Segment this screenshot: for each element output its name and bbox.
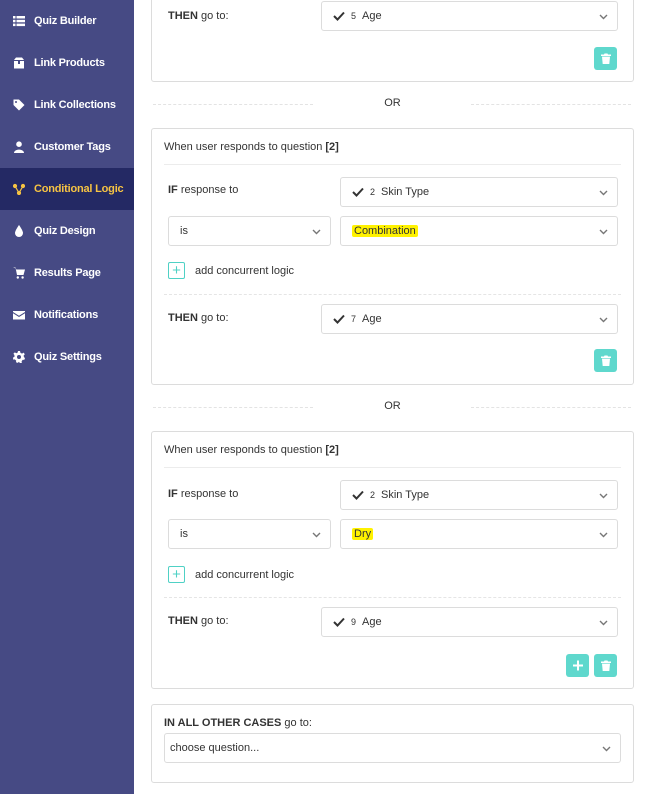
logic-rule-card: THEN go to: 5 Age (151, 0, 634, 82)
answer-select[interactable]: Dry (340, 519, 618, 549)
then-label: THEN go to: (168, 312, 229, 324)
check-icon (352, 187, 364, 197)
sidebar-item-notifications[interactable]: Notifications (0, 294, 134, 336)
chevron-down-icon (599, 530, 608, 539)
trash-icon (600, 355, 611, 366)
plus-icon: + (168, 566, 185, 583)
droplet-icon (13, 225, 25, 237)
chevron-down-icon (312, 227, 321, 236)
default-question-select[interactable]: choose question... (164, 733, 621, 763)
then-question-select[interactable]: 9 Age (321, 607, 618, 637)
sidebar-item-quiz-settings[interactable]: Quiz Settings (0, 336, 134, 378)
trash-icon (600, 53, 611, 64)
chevron-down-icon (599, 12, 608, 21)
question-name: Skin Type (381, 489, 430, 501)
question-number: 7 (351, 314, 357, 324)
sidebar-item-link-products[interactable]: Link Products (0, 42, 134, 84)
question-number: 9 (351, 617, 357, 627)
chevron-down-icon (599, 491, 608, 500)
branch-icon (13, 183, 25, 195)
then-label: THEN go to: (168, 10, 229, 22)
plus-icon (572, 660, 583, 671)
sidebar-item-label: Link Collections (34, 99, 116, 111)
list-icon (13, 15, 25, 27)
sidebar-item-label: Link Products (34, 57, 105, 69)
sidebar-item-conditional-logic[interactable]: Conditional Logic (0, 168, 134, 210)
sidebar-item-label: Results Page (34, 267, 101, 279)
sidebar-item-label: Quiz Builder (34, 15, 97, 27)
check-icon (333, 617, 345, 627)
rule-header: When user responds to question [2] (164, 432, 621, 468)
logic-rule-card: When user responds to question [2] IF res… (151, 128, 634, 385)
operator-select[interactable]: is (168, 519, 331, 549)
answer-value: Dry (352, 528, 374, 540)
user-icon (13, 141, 25, 153)
question-number: 2 (370, 187, 376, 197)
then-question-select[interactable]: 7 Age (321, 304, 618, 334)
default-case-label: IN ALL OTHER CASES go to: (164, 717, 312, 729)
question-number: 2 (370, 490, 376, 500)
add-concurrent-logic-button[interactable]: + add concurrent logic (168, 566, 294, 583)
trash-icon (600, 660, 611, 671)
chevron-down-icon (599, 227, 608, 236)
box-icon (13, 57, 25, 69)
select-placeholder: choose question... (170, 742, 260, 754)
sidebar-item-label: Conditional Logic (34, 183, 124, 195)
chevron-down-icon (599, 618, 608, 627)
sidebar-item-customer-tags[interactable]: Customer Tags (0, 126, 134, 168)
check-icon (352, 490, 364, 500)
check-icon (333, 314, 345, 324)
rule-header: When user responds to question [2] (164, 129, 621, 165)
divider (164, 597, 621, 598)
question-name: Skin Type (381, 186, 430, 198)
sidebar-item-link-collections[interactable]: Link Collections (0, 84, 134, 126)
answer-select[interactable]: Combination (340, 216, 618, 246)
if-label: IF response to (168, 184, 239, 196)
envelope-icon (13, 309, 25, 321)
conditional-logic-panel: THEN go to: 5 Age OR When user responds … (134, 0, 648, 794)
sidebar-item-label: Quiz Settings (34, 351, 102, 363)
sidebar-item-quiz-builder[interactable]: Quiz Builder (0, 0, 134, 42)
chevron-down-icon (312, 530, 321, 539)
if-question-select[interactable]: 2 Skin Type (340, 480, 618, 510)
gear-icon (13, 351, 25, 363)
chevron-down-icon (599, 188, 608, 197)
then-label: THEN go to: (168, 615, 229, 627)
delete-rule-button[interactable] (594, 47, 617, 70)
delete-rule-button[interactable] (594, 349, 617, 372)
answer-value: Combination (352, 225, 418, 237)
cart-icon (13, 267, 25, 279)
sidebar-item-label: Customer Tags (34, 141, 111, 153)
chevron-down-icon (602, 744, 611, 753)
sidebar-item-results-page[interactable]: Results Page (0, 252, 134, 294)
divider (164, 294, 621, 295)
or-separator: OR (151, 400, 634, 414)
sidebar: Quiz Builder Link Products Link Collecti… (0, 0, 134, 794)
sidebar-item-label: Quiz Design (34, 225, 96, 237)
add-rule-button[interactable] (566, 654, 589, 677)
question-name: Age (362, 10, 382, 22)
default-case-card: IN ALL OTHER CASES go to: choose questio… (151, 704, 634, 783)
sidebar-item-label: Notifications (34, 309, 99, 321)
logic-rule-card: When user responds to question [2] IF res… (151, 431, 634, 689)
plus-icon: + (168, 262, 185, 279)
tag-icon (13, 99, 25, 111)
if-label: IF response to (168, 488, 239, 500)
question-name: Age (362, 616, 382, 628)
chevron-down-icon (599, 315, 608, 324)
if-question-select[interactable]: 2 Skin Type (340, 177, 618, 207)
operator-select[interactable]: is (168, 216, 331, 246)
add-concurrent-logic-button[interactable]: + add concurrent logic (168, 262, 294, 279)
delete-rule-button[interactable] (594, 654, 617, 677)
or-separator: OR (151, 97, 634, 111)
question-name: Age (362, 313, 382, 325)
check-icon (333, 11, 345, 21)
sidebar-item-quiz-design[interactable]: Quiz Design (0, 210, 134, 252)
question-number: 5 (351, 11, 357, 21)
then-question-select[interactable]: 5 Age (321, 1, 618, 31)
